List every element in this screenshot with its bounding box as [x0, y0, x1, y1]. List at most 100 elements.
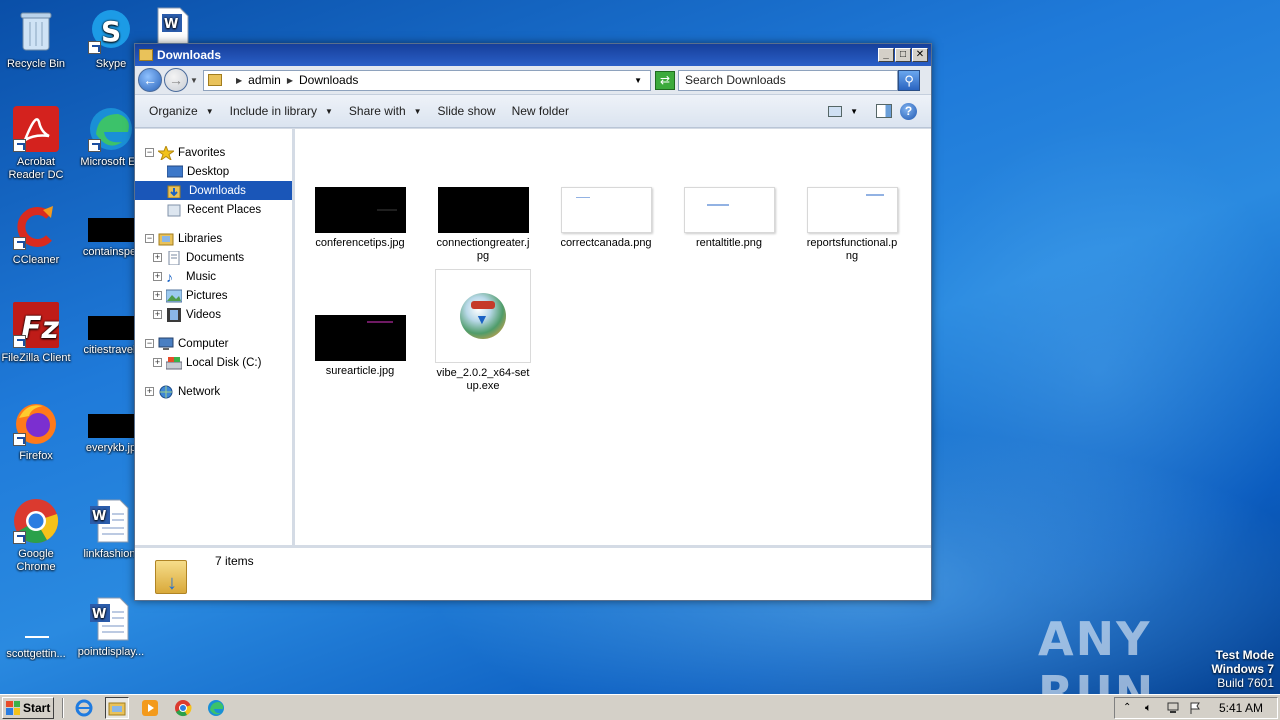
nav-libraries-label: Libraries	[178, 232, 223, 245]
image-thumbnail	[560, 187, 652, 233]
window-titlebar[interactable]: Downloads _ □ ✕	[135, 44, 931, 66]
taskbar-edge-icon[interactable]	[204, 697, 228, 719]
file-list: conferencetips.jpg connectiongreater.jpg…	[295, 129, 931, 545]
folder-icon	[139, 49, 153, 61]
breadcrumb-downloads[interactable]: Downloads	[299, 73, 358, 87]
help-icon[interactable]: ?	[900, 102, 917, 120]
desktop-icon-ccleaner[interactable]: CCleaner	[0, 204, 75, 267]
image-file-icon	[88, 316, 134, 340]
search-input[interactable]: Search Downloads	[678, 69, 898, 91]
organize-menu[interactable]: Organize ▼	[141, 104, 222, 118]
refresh-button[interactable]: ⇄	[655, 70, 675, 90]
nav-local-disk[interactable]: + Local Disk (C:)	[135, 353, 292, 372]
nav-local-disk-label: Local Disk (C:)	[186, 356, 262, 369]
file-item[interactable]: correctcanada.png	[558, 187, 654, 250]
network-tray-icon[interactable]	[1167, 702, 1179, 714]
image-file-icon	[88, 414, 134, 438]
command-bar: Organize ▼ Include in library ▼ Share with…	[135, 94, 931, 128]
nav-documents[interactable]: + Documents	[135, 248, 292, 267]
arrow-left-icon: ←	[143, 72, 157, 88]
volume-icon[interactable]: 🔈︎	[1145, 702, 1157, 714]
taskbar-separator	[62, 697, 64, 718]
collapse-icon[interactable]: −	[145, 148, 154, 157]
nav-desktop[interactable]: Desktop	[135, 162, 292, 181]
expand-icon[interactable]: +	[153, 253, 162, 262]
desktop-icon-label: Acrobat Reader DC	[8, 156, 64, 181]
preview-pane-icon[interactable]	[876, 104, 892, 118]
computer-icon	[158, 337, 174, 351]
slide-show-button[interactable]: Slide show	[430, 104, 504, 118]
expand-icon[interactable]: +	[145, 387, 154, 396]
nav-favorites[interactable]: − Favorites	[135, 143, 292, 162]
word-doc-icon: W	[88, 498, 134, 544]
desktop-icon-firefox[interactable]: Firefox	[0, 400, 75, 463]
minimize-button[interactable]: _	[878, 48, 894, 62]
file-item[interactable]: surearticle.jpg	[312, 315, 408, 378]
desktop-icon-word-partial[interactable]: W	[148, 6, 194, 48]
close-button[interactable]: ✕	[912, 48, 928, 62]
view-options-dropdown[interactable]: ▼	[850, 107, 858, 116]
file-item[interactable]: vibe_2.0.2_x64-setup.exe	[435, 269, 531, 393]
include-in-library-menu[interactable]: Include in library ▼	[222, 104, 341, 118]
share-with-menu[interactable]: Share with ▼	[341, 104, 430, 118]
address-bar[interactable]: ▶ admin ▶ Downloads ▼	[203, 69, 651, 91]
desktop-icon-acrobat[interactable]: Acrobat Reader DC	[0, 106, 75, 182]
file-item[interactable]: rentaltitle.png	[681, 187, 777, 250]
maximize-button[interactable]: □	[895, 48, 911, 62]
search-icon: ⚲	[904, 72, 914, 88]
clock[interactable]: 5:41 AM	[1219, 701, 1263, 715]
nav-recent-places[interactable]: Recent Places	[135, 200, 292, 219]
taskbar-chrome-icon[interactable]	[171, 697, 195, 719]
expand-icon[interactable]: +	[153, 291, 162, 300]
taskbar-media-player-icon[interactable]	[138, 697, 162, 719]
taskbar-explorer-icon[interactable]	[105, 696, 129, 719]
slide-show-label: Slide show	[437, 104, 496, 118]
desktop-icon-blank-file[interactable]: scottgettin...	[0, 598, 75, 661]
taskbar-ie-icon[interactable]	[72, 697, 96, 719]
desktop-icon-label: CCleaner	[12, 254, 60, 266]
nav-videos[interactable]: + Videos	[135, 305, 292, 324]
installer-thumbnail	[435, 269, 531, 363]
forward-button[interactable]: →	[164, 68, 188, 92]
show-hidden-icons-icon[interactable]: ⌃	[1123, 702, 1135, 714]
drive-icon	[165, 356, 183, 370]
start-button[interactable]: Start	[2, 696, 54, 719]
nav-network[interactable]: + Network	[135, 382, 292, 401]
recent-pages-dropdown[interactable]: ▼	[190, 76, 200, 85]
desktop-icon-recycle-bin[interactable]: Recycle Bin	[0, 8, 75, 71]
nav-computer[interactable]: − Computer	[135, 334, 292, 353]
action-center-flag-icon[interactable]	[1189, 702, 1201, 714]
collapse-icon[interactable]: −	[145, 339, 154, 348]
nav-pictures[interactable]: + Pictures	[135, 286, 292, 305]
nav-libraries[interactable]: − Libraries	[135, 229, 292, 248]
file-item[interactable]: connectiongreater.jpg	[435, 187, 531, 263]
file-item[interactable]: reportsfunctional.png	[804, 187, 900, 263]
expand-icon[interactable]: +	[153, 358, 162, 367]
nav-favorites-label: Favorites	[178, 146, 226, 159]
back-button[interactable]: ←	[138, 68, 162, 92]
desktop-icon-chrome[interactable]: Google Chrome	[0, 498, 75, 574]
setup-disc-icon	[460, 293, 506, 339]
desktop-icon-label: FileZilla Client	[1, 352, 71, 364]
word-doc-icon: W	[88, 596, 134, 642]
music-icon: ♪	[166, 268, 173, 285]
breadcrumb-separator-icon[interactable]: ▶	[287, 76, 293, 85]
expand-icon[interactable]: +	[153, 310, 162, 319]
file-name: rentaltitle.png	[695, 237, 763, 249]
breadcrumb-admin[interactable]: admin	[248, 73, 281, 87]
collapse-icon[interactable]: −	[145, 234, 154, 243]
nav-music[interactable]: + ♪ Music	[135, 267, 292, 286]
search-button[interactable]: ⚲	[898, 69, 920, 91]
shortcut-arrow-icon	[88, 41, 101, 54]
breadcrumb-separator-icon[interactable]: ▶	[236, 76, 242, 85]
nav-downloads[interactable]: Downloads	[135, 181, 292, 200]
desktop-icon-filezilla[interactable]: Fz FileZilla Client	[0, 302, 75, 365]
change-view-icon[interactable]	[828, 105, 843, 117]
new-folder-button[interactable]: New folder	[504, 104, 577, 118]
desktop-icon-pointdisplay[interactable]: W pointdisplay...	[72, 596, 150, 659]
image-thumbnail	[683, 187, 775, 233]
address-dropdown-icon[interactable]: ▼	[634, 76, 642, 85]
expand-icon[interactable]: +	[153, 272, 162, 281]
desktop-icon-label: pointdisplay...	[77, 646, 145, 658]
file-item[interactable]: conferencetips.jpg	[312, 187, 408, 250]
